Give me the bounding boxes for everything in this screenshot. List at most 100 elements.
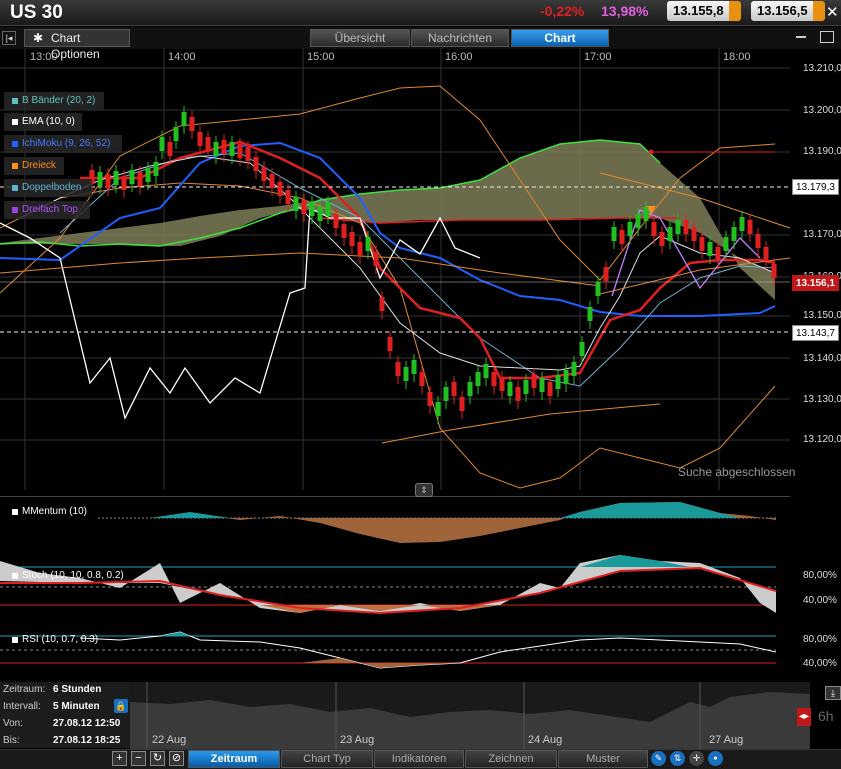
info-row: Intervall: 5 Minuten: [3, 701, 100, 712]
candle-body: [451, 382, 457, 396]
candle-body: [197, 132, 203, 146]
resize-handle-icon[interactable]: ⇕: [415, 483, 433, 497]
ask-price[interactable]: 13.156,5: [751, 1, 821, 21]
legend-ema[interactable]: EMA (10, 0): [4, 113, 82, 131]
legend-double-bottom[interactable]: Doppelboden: [4, 179, 92, 197]
tab-chart[interactable]: Chart: [511, 29, 609, 47]
rsi-panel: [0, 631, 777, 669]
candle-body: [595, 282, 601, 296]
info-panel: Zeitraum: 6 Stunden Intervall: 5 Minuten V…: [0, 682, 130, 748]
cancel-icon[interactable]: ⊘: [169, 751, 184, 766]
close-icon[interactable]: ✕: [826, 3, 839, 21]
overview-navigator[interactable]: [130, 682, 810, 750]
candle-body: [707, 242, 713, 256]
candle-body: [173, 127, 179, 141]
legend-triple-top[interactable]: Dreifach Top: [4, 201, 90, 219]
range-label: 6h: [818, 708, 834, 724]
candle-body: [341, 224, 347, 238]
candle-body: [587, 307, 593, 321]
price-label: 13.190,00: [803, 146, 841, 157]
candle-body: [763, 247, 769, 261]
collapse-left-icon[interactable]: |◂: [2, 31, 16, 45]
symbol-title: US 30: [10, 2, 63, 23]
info-row: Zeitraum: 6 Stunden: [3, 684, 102, 695]
candle-body: [651, 222, 657, 236]
legend-triangle[interactable]: Dreieck: [4, 157, 64, 175]
stoch-level-40: 40,00%: [803, 595, 837, 606]
candle-body: [515, 387, 521, 401]
candle-body: [435, 402, 441, 416]
candle-body: [579, 342, 585, 356]
divider: [0, 496, 790, 497]
legend-bollinger[interactable]: B Bänder (20, 2): [4, 92, 104, 110]
candle-body: [691, 227, 697, 241]
bottom-tab-drawing[interactable]: Zeichnen: [465, 750, 557, 768]
zoom-in-icon[interactable]: +: [112, 751, 127, 766]
lock-icon[interactable]: 🔒: [114, 699, 128, 713]
candle-body: [723, 237, 729, 251]
swap-icon[interactable]: ⇅: [670, 751, 685, 766]
candle-body: [373, 252, 379, 266]
candle-body: [349, 232, 355, 246]
candle-body: [189, 117, 195, 131]
bottom-tab-chart-type[interactable]: Chart Typ: [281, 750, 373, 768]
minimize-icon[interactable]: [796, 36, 806, 38]
candle-body: [635, 214, 641, 228]
price-label: 13.140,00: [803, 353, 841, 364]
momentum-panel: [98, 502, 776, 543]
maximize-icon[interactable]: [820, 31, 834, 43]
candle-body: [395, 362, 401, 376]
tab-overview[interactable]: Übersicht: [310, 29, 410, 47]
crosshair-icon[interactable]: ✛: [689, 751, 704, 766]
bottom-tab-patterns[interactable]: Muster: [558, 750, 648, 768]
candle-body: [683, 220, 689, 234]
candle-body: [365, 237, 371, 251]
overview-date: 22 Aug: [152, 734, 187, 746]
scroll-right-handle-icon[interactable]: ◂▸: [797, 708, 811, 726]
candle-body: [245, 147, 251, 161]
volatility-value: 13,98%: [601, 3, 649, 19]
price-label: 13.120,00: [803, 434, 841, 445]
bottom-tab-timeframe[interactable]: Zeitraum: [188, 750, 280, 768]
candle-body: [755, 234, 761, 248]
candle-body: [167, 142, 173, 156]
upper-price-box: 13.179,3: [792, 179, 839, 195]
candle-body: [379, 297, 385, 311]
tab-news[interactable]: Nachrichten: [411, 29, 509, 47]
candle-body: [301, 200, 307, 214]
legend-ichimoku[interactable]: IchiMoku (9, 26, 52): [4, 135, 122, 153]
stoch-panel: [0, 555, 777, 615]
candle-body: [153, 162, 159, 176]
candle-body: [261, 167, 267, 181]
price-label: 13.170,00: [803, 229, 841, 240]
candle-body: [113, 171, 119, 185]
candle-body: [675, 220, 681, 234]
candle-body: [611, 227, 617, 241]
candle-body: [293, 197, 299, 211]
candle-body: [277, 182, 283, 196]
stoch-label: Stoch (10, 10, 0.8, 0.2): [0, 569, 124, 583]
candle-body: [403, 367, 409, 381]
collapse-down-icon[interactable]: ⤓: [825, 686, 841, 700]
candle-body: [467, 382, 473, 396]
momentum-label: MMentum (10): [0, 505, 87, 519]
candle-body: [427, 392, 433, 406]
change-percent: -0,22%: [540, 3, 585, 19]
bottom-tab-indicators[interactable]: Indikatoren: [374, 750, 464, 768]
candle-body: [747, 220, 753, 234]
candle-body: [643, 207, 649, 221]
pencil-icon[interactable]: ✎: [651, 751, 666, 766]
rsi-level-40: 40,00%: [803, 658, 837, 669]
candle-body: [121, 176, 127, 190]
candle-body: [205, 137, 211, 151]
price-chart[interactable]: [0, 48, 841, 498]
candle-body: [715, 247, 721, 261]
counter-icon[interactable]: ●: [708, 751, 723, 766]
chart-options-button[interactable]: ✱ Chart Optionen: [24, 29, 130, 61]
bid-price[interactable]: 13.155,8: [667, 1, 737, 21]
refresh-icon[interactable]: ↻: [150, 751, 165, 766]
candle-body: [563, 370, 569, 384]
candle-body: [539, 378, 545, 392]
zoom-out-icon[interactable]: −: [131, 751, 146, 766]
candle-body: [627, 222, 633, 236]
